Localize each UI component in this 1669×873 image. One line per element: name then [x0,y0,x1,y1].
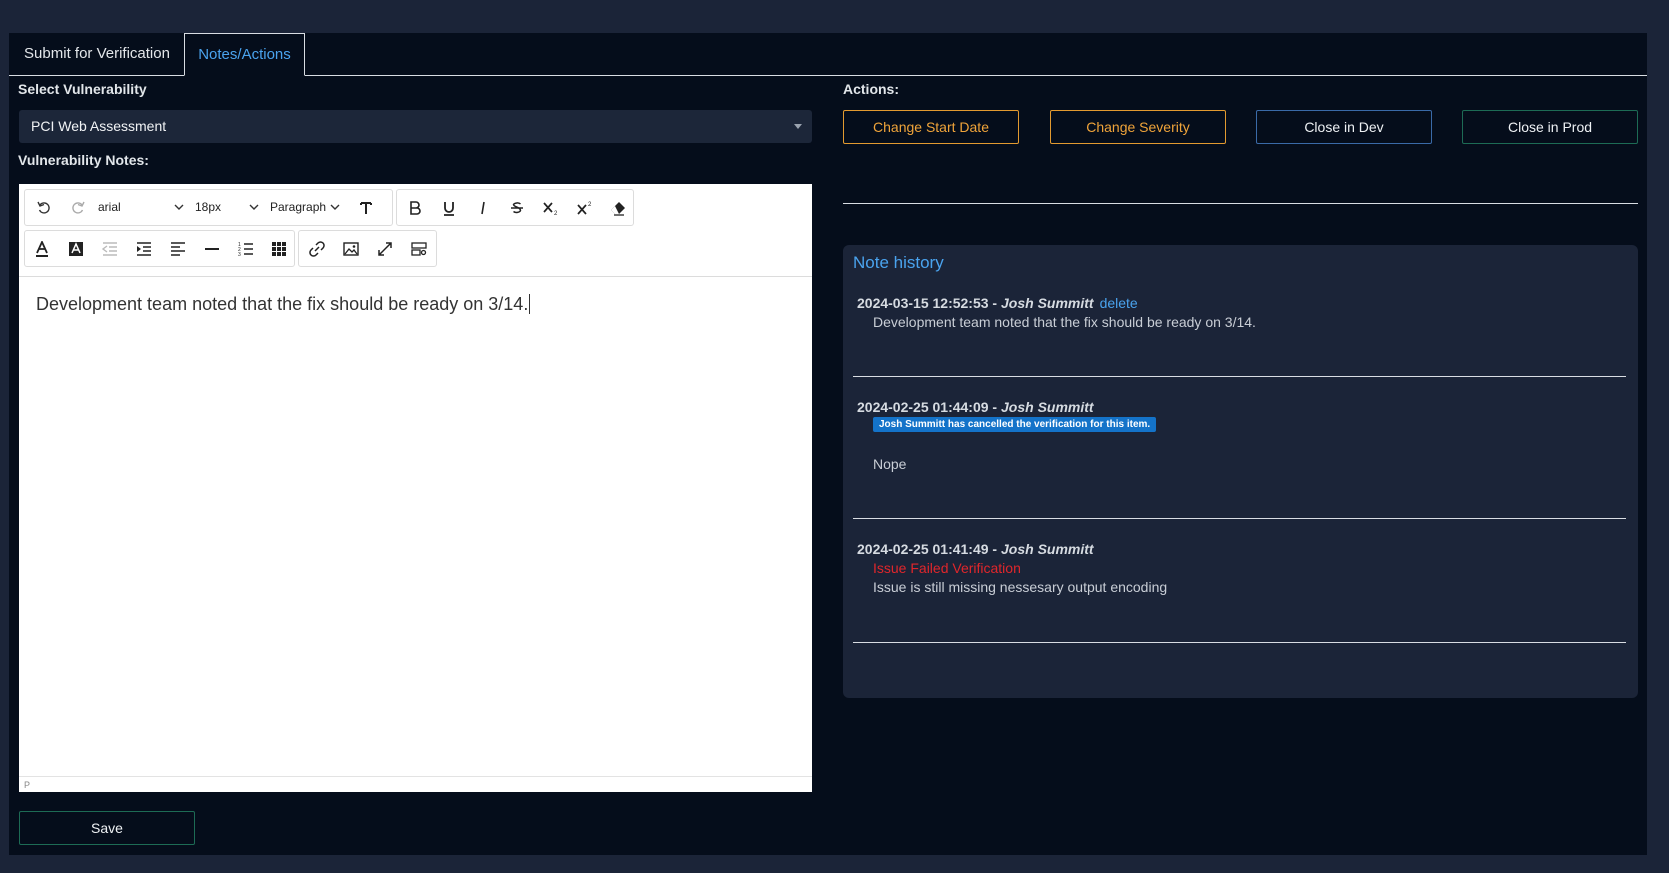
horizontal-rule-icon[interactable] [195,231,229,266]
note-meta: 2024-02-25 01:41:49 - Josh Summitt [857,541,1094,557]
change-severity-button[interactable]: Change Severity [1050,110,1226,144]
change-start-date-button[interactable]: Change Start Date [843,110,1019,144]
delete-link[interactable]: delete [1100,295,1138,311]
main-panel: Submit for Verification Notes/Actions Se… [9,33,1647,855]
subscript-icon[interactable]: 2 [534,190,568,225]
font-size-value: 18px [195,200,222,214]
ordered-list-icon[interactable]: 123 [229,231,263,266]
block-format-dropdown[interactable]: Paragraph [270,190,340,225]
italic-icon[interactable] [466,190,500,225]
eraser-icon[interactable] [602,190,634,225]
note-divider [853,518,1626,519]
note-status: Issue Failed Verification [873,560,1021,576]
svg-text:2: 2 [588,202,592,208]
chevron-down-icon [174,204,184,210]
toolbar-group-history-font: arial 18px Paragraph [24,189,393,226]
note-author: Josh Summitt [1001,295,1094,311]
caret-down-icon [794,124,802,129]
note-entry: 2024-02-25 01:41:49 - Josh Summitt Issue… [853,541,1626,661]
note-separator: - [988,295,1001,311]
note-entry: 2024-03-15 12:52:53 - Josh Summitt delete… [853,295,1626,415]
svg-text:3: 3 [238,252,241,257]
line-height-icon[interactable] [349,190,383,225]
note-meta: 2024-03-15 12:52:53 - Josh Summitt delete [857,295,1138,311]
editor-content[interactable]: Development team noted that the fix shou… [19,276,812,776]
strikethrough-icon[interactable] [500,190,534,225]
note-separator: - [988,399,1001,415]
highlight-icon[interactable] [59,231,93,266]
note-text: Development team noted that the fix shou… [873,314,1256,330]
status-badge: Josh Summitt has cancelled the verificat… [873,417,1157,432]
note-author: Josh Summitt [1001,399,1094,415]
note-text: Nope [873,456,907,472]
note-separator: - [988,541,1001,557]
select-vulnerability-label: Select Vulnerability [18,81,147,97]
font-size-dropdown[interactable]: 18px [195,190,259,225]
actions-label: Actions: [843,81,899,97]
vulnerability-select-value: PCI Web Assessment [31,118,167,134]
indent-icon[interactable] [127,231,161,266]
note-author: Josh Summitt [1001,541,1094,557]
note-timestamp: 2024-03-15 12:52:53 [857,295,989,311]
note-history-panel: Note history 2024-03-15 12:52:53 - Josh … [843,245,1638,698]
image-icon[interactable] [334,231,368,266]
close-in-prod-button[interactable]: Close in Prod [1462,110,1638,144]
font-color-icon[interactable] [25,231,59,266]
table-icon[interactable] [263,231,295,266]
redo-icon[interactable] [63,190,93,225]
note-timestamp: 2024-02-25 01:44:09 [857,399,989,415]
template-icon[interactable] [402,231,436,266]
editor-toolbar: arial 18px Paragraph 2 2 1 2 3 [19,184,812,277]
note-divider [853,642,1626,643]
chevron-down-icon [330,204,340,210]
text-cursor: ​ [529,294,531,314]
rich-text-editor: arial 18px Paragraph 2 2 1 2 3 Developme… [19,184,812,792]
svg-text:2: 2 [554,211,558,216]
align-left-icon[interactable] [161,231,195,266]
font-family-dropdown[interactable]: arial [98,190,184,225]
undo-icon[interactable] [29,190,59,225]
tab-submit-for-verification[interactable]: Submit for Verification [9,33,185,75]
link-icon[interactable] [300,231,334,266]
block-format-value: Paragraph [270,200,327,214]
underline-icon[interactable] [432,190,466,225]
font-family-value: arial [98,200,121,214]
fullscreen-icon[interactable] [368,231,402,266]
toolbar-group-formatting: 123 [24,230,295,267]
chevron-down-icon [249,204,259,210]
save-button[interactable]: Save [19,811,195,845]
vulnerability-select[interactable]: PCI Web Assessment [19,110,812,143]
superscript-icon[interactable]: 2 [568,190,602,225]
note-text: Issue is still missing nessesary output … [873,579,1168,595]
toolbar-group-text-style: 2 2 [396,189,634,226]
bold-icon[interactable] [398,190,432,225]
vulnerability-notes-label: Vulnerability Notes: [18,152,149,168]
note-timestamp: 2024-02-25 01:41:49 [857,541,989,557]
toolbar-group-insert [298,230,437,267]
close-in-dev-button[interactable]: Close in Dev [1256,110,1432,144]
element-path[interactable]: P [24,780,30,790]
note-history-title: Note history [853,253,944,272]
editor-statusbar: P [19,776,812,792]
divider [843,203,1638,204]
note-meta: 2024-02-25 01:44:09 - Josh Summitt [857,399,1094,415]
editor-text: Development team noted that the fix shou… [36,294,529,314]
tab-notes-actions[interactable]: Notes/Actions [184,33,305,76]
note-divider [853,376,1626,377]
outdent-icon[interactable] [93,231,127,266]
note-entry: 2024-02-25 01:44:09 - Josh Summitt Josh … [853,399,1626,539]
tab-bar: Submit for Verification Notes/Actions [9,33,1647,76]
